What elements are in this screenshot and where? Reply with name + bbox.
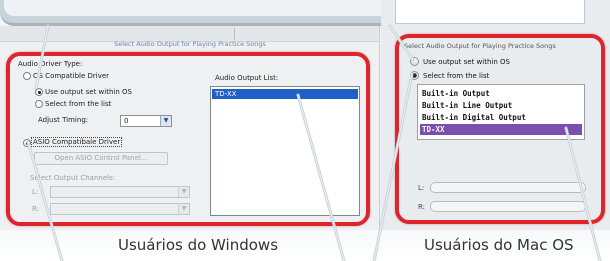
mac-left-channel-label: L: [418,184,425,192]
mac-output-list-item-selected[interactable]: TD-XX [420,124,582,135]
mac-use-output-set-within-os-label[interactable]: Use output set within OS [423,58,510,66]
os-compatible-driver-label[interactable]: OS Compatible Driver [33,72,109,80]
left-channel-label: L: [32,188,39,196]
asio-driver-radio[interactable] [23,139,31,147]
chevron-down-icon[interactable]: ▼ [178,204,189,214]
right-channel-label: R: [32,205,40,213]
mac-users-caption: Usuários do Mac OS [424,236,574,254]
mac-output-listbox[interactable]: Built-in Output Built-in Line Output Bui… [417,84,585,140]
select-output-channels-label: Select Output Channels: [30,174,116,182]
mac-right-channel-label: R: [418,203,426,211]
mac-output-list-item[interactable]: Built-in Line Output [420,100,582,111]
adjust-timing-label: Adjust Timing: [38,116,89,124]
right-channel-select[interactable]: ▼ [50,203,190,215]
adjust-timing-value: 0 [124,117,129,125]
header-divider [234,28,235,40]
mac-output-list-item[interactable]: Built-in Digital Output [420,112,582,123]
audio-output-list-label: Audio Output List: [215,74,279,82]
left-channel-select[interactable]: ▼ [50,186,190,198]
audio-driver-type-label: Audio Driver Type: [18,60,83,68]
select-from-list-label[interactable]: Select from the list [45,100,111,108]
audio-output-listbox[interactable]: TD-XX [210,86,360,216]
use-output-set-within-os-radio[interactable] [35,88,43,96]
chevron-down-icon[interactable]: ▼ [178,187,189,197]
os-compatible-driver-radio[interactable] [23,72,31,80]
mac-top-box [395,0,585,24]
select-from-list-radio[interactable] [35,100,43,108]
windows-users-caption: Usuários do Windows [118,236,279,254]
mac-select-from-list-radio[interactable] [410,71,419,80]
chevron-down-icon[interactable]: ▼ [160,116,171,126]
asio-driver-label[interactable]: ASIO Compatibale Driver [31,137,123,147]
adjust-timing-select[interactable]: 0 ▼ [120,115,172,127]
open-asio-control-panel-button[interactable]: Open ASIO Control Panel... [34,152,168,165]
mac-section-title: Select Audio Output for Playing Practice… [404,42,556,50]
mac-output-list-item[interactable]: Built-in Output [420,88,582,99]
mac-left-channel-field[interactable] [430,182,586,193]
audio-output-list-item[interactable]: TD-XX [212,89,358,99]
mac-use-output-set-within-os-radio[interactable] [410,57,419,66]
windows-section-title: Select Audio Output for Playing Practice… [114,40,266,48]
use-output-set-within-os-label[interactable]: Use output set within OS [45,88,132,96]
mac-right-channel-field[interactable] [430,201,586,212]
mac-select-from-list-label[interactable]: Select from the list [423,72,489,80]
